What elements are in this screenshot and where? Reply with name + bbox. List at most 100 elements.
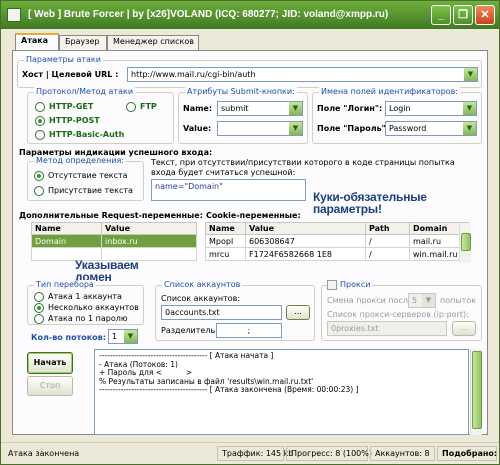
chevron-down-icon[interactable]: ▼ <box>464 68 477 81</box>
radio-absence[interactable] <box>34 171 44 181</box>
proxy-checkbox[interactable] <box>327 280 337 290</box>
title-bar[interactable]: [ Web ] Brute Forcer | by [x26]VOLAND (I… <box>1 1 499 29</box>
fields-legend: Имена полей идентификаторов: <box>319 87 460 96</box>
absence-label: Отсутствие текста <box>48 171 128 180</box>
stop-button[interactable]: Стоп <box>27 376 73 396</box>
threads-label: Кол-во потоков: <box>31 333 106 342</box>
cookie-vars-header: Cookie-переменные: <box>206 211 301 220</box>
host-label: Хост | Целевой URL : <box>22 70 119 79</box>
table-row[interactable]: mrcu F1724F6582668 1E8/win.mail.ru <box>205 247 469 261</box>
chevron-down-icon[interactable]: ▼ <box>124 330 137 343</box>
protocol-legend: Протокол/Метод атаки <box>34 87 136 96</box>
maximize-button[interactable]: ❐ <box>453 5 473 25</box>
tab-browser[interactable]: Браузер <box>59 35 107 50</box>
submit-attrs-group: Атрибуты Submit-кнопки: Name: submit ▼ Va… <box>178 87 308 144</box>
col-name: Name <box>205 222 246 235</box>
submit-value-combo[interactable]: ▼ <box>217 121 303 136</box>
radio-http-basic[interactable] <box>35 130 45 140</box>
window-title: [ Web ] Brute Forcer | by [x26]VOLAND (I… <box>28 9 389 20</box>
submit-name-combo[interactable]: submit ▼ <box>217 101 303 116</box>
cell[interactable]: / <box>365 234 410 248</box>
password-field-combo[interactable]: Password ▼ <box>385 121 477 136</box>
close-button[interactable]: ✕ <box>475 5 495 25</box>
attack-panel: Параметры атаки Хост | Целевой URL : htt… <box>12 50 488 435</box>
url-value: http://www.mail.ru/cgi-bin/auth <box>131 70 256 79</box>
url-combo[interactable]: http://www.mail.ru/cgi-bin/auth ▼ <box>127 67 478 82</box>
chevron-down-icon[interactable]: ▼ <box>463 122 476 135</box>
start-button[interactable]: Начать <box>27 352 73 374</box>
radio-http-get[interactable] <box>35 102 45 112</box>
radio-presence[interactable] <box>34 186 44 196</box>
brute-type-group: Тип перебора Атака 1 аккаунта Несколько … <box>27 280 144 325</box>
separator-input[interactable]: ; <box>216 323 282 338</box>
log-scrollbar[interactable] <box>470 349 482 435</box>
cell[interactable]: F1724F6582668 1E8 <box>245 247 366 261</box>
success-text-input[interactable]: name="Domain" <box>151 179 306 201</box>
proxy-change-combo[interactable]: 5 ▼ <box>408 293 436 308</box>
table-row[interactable]: Mpopl 606308647/mail.ru <box>205 234 469 248</box>
identifier-fields-group: Имена полей идентификаторов: Поле "Логин… <box>312 87 482 144</box>
attack-params-legend: Параметры атаки <box>24 55 103 64</box>
threads-combo[interactable]: 1 ▼ <box>108 329 138 344</box>
cell[interactable]: 606308647 <box>245 234 366 248</box>
radio-single-account[interactable] <box>34 292 44 302</box>
tab-list-manager[interactable]: Менеджер списков <box>107 35 199 50</box>
accounts-list-label: Список аккаунтов: <box>161 294 241 303</box>
col-path: Path <box>365 222 410 235</box>
tab-attack[interactable]: Атака <box>15 33 59 51</box>
radio-http-post[interactable] <box>35 116 45 126</box>
detect-method-legend: Метод определения: <box>34 156 127 165</box>
cookie-vars-table: Name Value Path Domain Mpopl 606308647/mail.… <box>205 222 469 261</box>
table-row[interactable]: Domain inbox.ru <box>31 234 197 248</box>
chevron-down-icon[interactable]: ▼ <box>463 102 476 115</box>
proxy-browse-button[interactable]: ... <box>452 321 476 336</box>
login-field-combo[interactable]: Login ▼ <box>385 101 477 116</box>
proxy-change-value: 5 <box>412 296 418 305</box>
radio-multi-accounts[interactable] <box>34 303 44 313</box>
cell[interactable]: Mpopl <box>205 234 246 248</box>
login-field-value: Login <box>389 104 411 113</box>
minimize-button[interactable]: _ <box>431 5 451 25</box>
presence-label: Присутствие текста <box>48 186 133 195</box>
cell[interactable]: Domain <box>31 234 102 248</box>
login-field-label: Поле "Логин": <box>317 104 383 113</box>
proxy-file-input[interactable]: 0proxies.txt <box>327 321 447 336</box>
submit-name-value: submit <box>221 104 249 113</box>
chevron-down-icon[interactable]: ▼ <box>422 294 435 307</box>
single-account-label: Атака 1 аккаунта <box>48 292 122 301</box>
request-vars-header: Дополнительные Request-переменные: <box>19 211 203 220</box>
cell[interactable]: mrcu <box>205 247 246 261</box>
status-found: Подобрано: 1 <box>437 446 500 461</box>
scroll-thumb[interactable] <box>461 233 471 251</box>
log-line: ----------------------------------------… <box>99 385 359 394</box>
attack-log[interactable]: ----------------------------------------… <box>94 349 469 435</box>
password-field-label: Поле "Пароль": <box>317 124 390 133</box>
chevron-down-icon[interactable]: ▼ <box>289 102 302 115</box>
chevron-down-icon[interactable]: ▼ <box>289 122 302 135</box>
accounts-group: Список аккаунтов Список аккаунтов: 0acco… <box>155 280 315 341</box>
detect-method-group: Метод определения: Отсутствие текста При… <box>27 156 144 201</box>
http-basic-label: HTTP-Basic-Auth <box>49 130 125 139</box>
accounts-file-input[interactable]: 0accounts.txt <box>161 305 282 320</box>
name-label: Name: <box>183 104 213 113</box>
app-icon <box>7 8 21 22</box>
accounts-browse-button[interactable]: ... <box>286 305 310 320</box>
status-traffic: Траффик: 145 kb <box>217 446 293 461</box>
cell[interactable]: inbox.ru <box>101 234 197 248</box>
cookie-table-scrollbar[interactable] <box>459 223 471 263</box>
submit-legend: Атрибуты Submit-кнопки: <box>185 87 297 96</box>
request-vars-table: Name Value Domain inbox.ru <box>31 222 197 261</box>
radio-one-password[interactable] <box>34 314 44 324</box>
password-field-value: Password <box>389 124 427 133</box>
proxy-list-label: Список прокси-серверов (ip:port): <box>327 310 469 319</box>
status-state: Атака закончена <box>8 449 80 458</box>
success-description: Текст, при отсутствии/присутствии которо… <box>151 158 455 177</box>
cell[interactable]: / <box>365 247 410 261</box>
multi-accounts-label: Несколько аккаунтов <box>48 303 139 312</box>
separator-label: Разделитель: <box>161 326 218 335</box>
scroll-thumb[interactable] <box>472 351 482 429</box>
status-accounts: Аккаунтов: 8 <box>370 446 435 461</box>
threads-value: 1 <box>112 332 118 341</box>
http-post-label: HTTP-POST <box>49 116 100 125</box>
radio-ftp[interactable] <box>126 102 136 112</box>
